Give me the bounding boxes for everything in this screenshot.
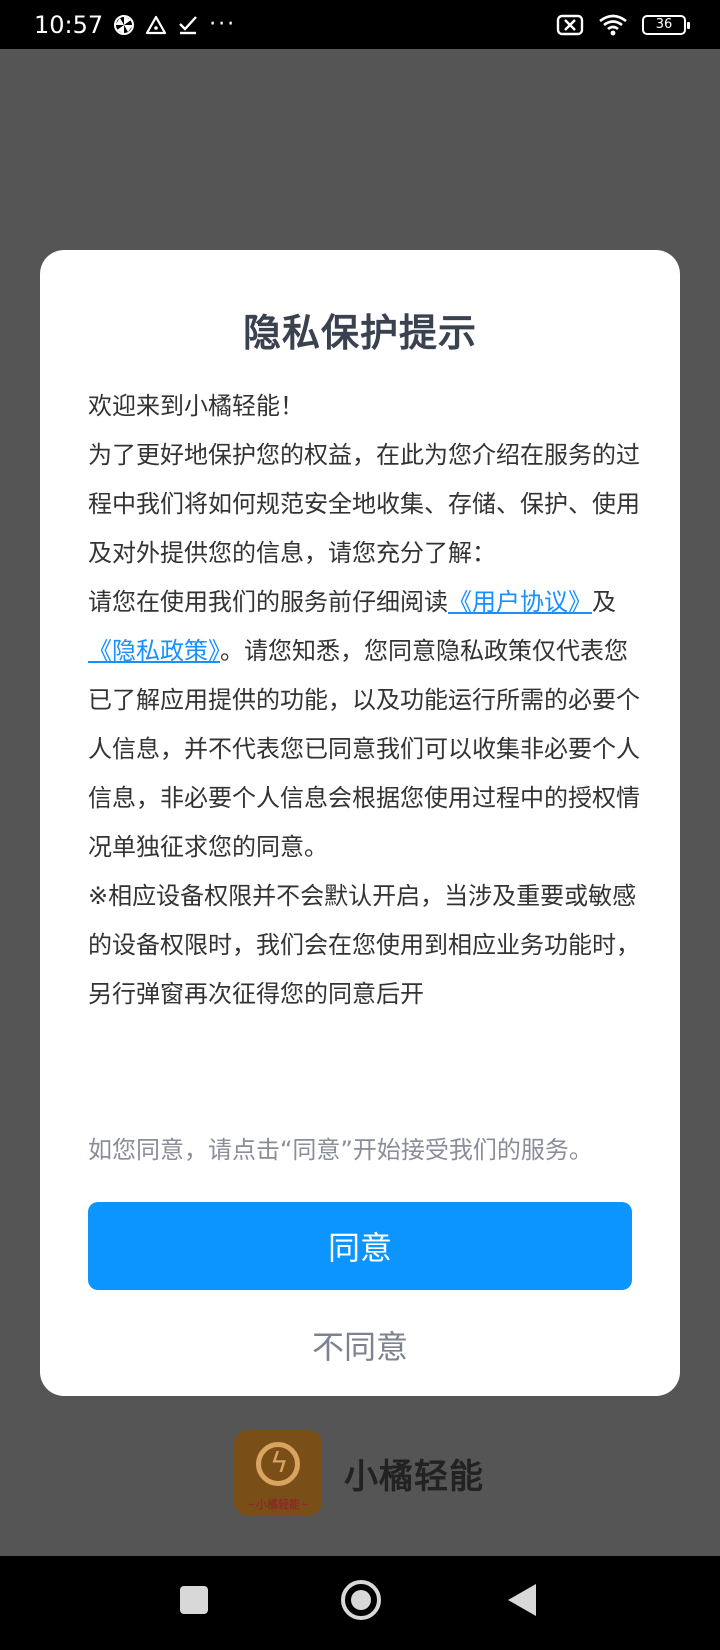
agree-button[interactable]: 同意 bbox=[88, 1202, 632, 1290]
navigation-bar bbox=[0, 1556, 720, 1650]
app-logo: ϟ ~小橘轻能~ bbox=[234, 1430, 322, 1516]
and-text: 及 bbox=[592, 588, 616, 616]
permission-paragraph: ※相应设备权限并不会默认开启，当涉及重要或敏感的设备权限时，我们会在您使用到相应… bbox=[88, 882, 640, 1008]
privacy-policy-link[interactable]: 《隐私政策》 bbox=[88, 637, 220, 665]
welcome-text: 欢迎来到小橘轻能！ bbox=[88, 392, 304, 420]
brand-footer: ϟ ~小橘轻能~ 小橘轻能 bbox=[234, 1430, 484, 1516]
logo-text: ~小橘轻能~ bbox=[246, 1498, 310, 1511]
user-agreement-link[interactable]: 《用户协议》 bbox=[448, 588, 592, 616]
disagree-button[interactable]: 不同意 bbox=[40, 1322, 680, 1368]
agreement-paragraph: 请您在使用我们的服务前仔细阅读《用户协议》及《隐私政策》。请您知悉，您同意隐私政… bbox=[88, 578, 648, 872]
status-left: 10:57 ··· bbox=[34, 11, 236, 39]
bolt-icon: ϟ bbox=[270, 1446, 289, 1479]
status-time: 10:57 bbox=[34, 10, 104, 39]
battery-level: 36 bbox=[655, 17, 673, 32]
consent-note: 如您同意，请点击“同意”开始接受我们的服务。 bbox=[88, 1136, 593, 1164]
check-icon bbox=[179, 15, 198, 34]
pinwheel-icon bbox=[114, 14, 135, 35]
home-button[interactable] bbox=[341, 1580, 381, 1620]
more-dots-icon: ··· bbox=[209, 12, 237, 37]
dialog-title: 隐私保护提示 bbox=[242, 311, 477, 355]
status-bar: 10:57 ··· 36 bbox=[0, 0, 720, 49]
status-right: 36 bbox=[556, 14, 690, 36]
agreement-suffix: 。请您知悉，您同意隐私政策仅代表您已了解应用提供的功能，以及功能运行所需的必要个… bbox=[88, 637, 640, 861]
wifi-icon bbox=[599, 14, 627, 35]
sim-blocked-icon bbox=[556, 14, 584, 35]
privacy-dialog: 隐私保护提示 欢迎来到小橘轻能！ 为了更好地保护您的权益，在此为您介绍在服务的过… bbox=[40, 250, 680, 1396]
intro-paragraph: 为了更好地保护您的权益，在此为您介绍在服务的过程中我们将如何规范安全地收集、存储… bbox=[88, 441, 640, 567]
agreement-prefix: 请您在使用我们的服务前仔细阅读 bbox=[88, 588, 448, 616]
warning-triangle-icon bbox=[146, 15, 167, 34]
recents-button[interactable] bbox=[180, 1586, 208, 1614]
brand-name: 小橘轻能 bbox=[344, 1456, 484, 1497]
battery-icon: 36 bbox=[642, 14, 690, 35]
back-button[interactable] bbox=[508, 1584, 536, 1616]
dialog-body[interactable]: 欢迎来到小橘轻能！ 为了更好地保护您的权益，在此为您介绍在服务的过程中我们将如何… bbox=[88, 382, 648, 1102]
